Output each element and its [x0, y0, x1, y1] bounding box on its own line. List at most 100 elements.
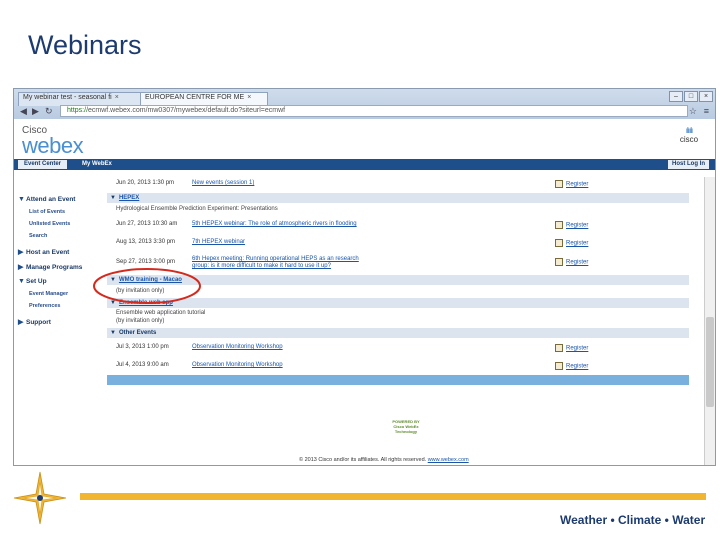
cisco-bars-icon: ılıılı: [685, 126, 693, 135]
event-date: Jul 4, 2013 9:00 am: [116, 362, 169, 368]
register-link[interactable]: Register: [555, 362, 588, 370]
sidebar-item-label: Attend an Event: [26, 196, 76, 203]
sidebar-subitem-search[interactable]: Search: [29, 233, 47, 239]
chevron-down-icon: ▼: [110, 195, 116, 201]
sidebar-item-host[interactable]: ▶ Host an Event: [18, 248, 69, 256]
compass-logo-icon: [13, 471, 67, 525]
group-description: Hydrological Ensemble Prediction Experim…: [116, 206, 278, 212]
sidebar-item-label: Set Up: [26, 278, 47, 285]
url-path: ecmwf.webex.com/mw0307/mywebex/default.d…: [88, 107, 286, 114]
sidebar-item-label: Manage Programs: [26, 264, 83, 271]
forward-icon[interactable]: ▶: [32, 105, 39, 117]
sidebar-item-label: Host an Event: [26, 249, 70, 256]
scrollbar-thumb[interactable]: [706, 317, 714, 407]
host-login-button[interactable]: Host Log In: [668, 160, 709, 169]
register-link[interactable]: Register: [555, 258, 588, 266]
sidebar-item-label: Support: [26, 319, 51, 326]
event-date: Jun 27, 2013 10:30 am: [116, 221, 178, 227]
wrench-icon[interactable]: ≡: [704, 105, 709, 117]
browser-tab-active[interactable]: EUROPEAN CENTRE FOR ME ×: [140, 92, 268, 106]
register-link[interactable]: Register: [555, 180, 588, 188]
register-icon: [555, 258, 563, 266]
group-label: HEPEX: [118, 195, 140, 201]
tab-my-webex[interactable]: My WebEx: [82, 160, 112, 169]
sidebar-subitem-preferences[interactable]: Preferences: [29, 303, 61, 309]
sidebar-item-support[interactable]: ▶ Support: [18, 318, 51, 326]
event-link[interactable]: Observation Monitoring Workshop: [192, 362, 283, 368]
url-secure: https://: [67, 107, 89, 114]
chevron-down-icon: ▼: [18, 278, 25, 285]
copyright-notice: © 2013 Cisco and/or its affiliates. All …: [299, 457, 469, 463]
sidebar-item-setup[interactable]: ▼Set Up: [18, 278, 47, 285]
chevron-right-icon: ▶: [18, 249, 24, 256]
powered-line: Technology: [394, 429, 418, 434]
back-icon[interactable]: ◀: [20, 105, 27, 117]
event-date: Jun 20, 2013 1:30 pm: [116, 180, 175, 186]
register-icon: [555, 344, 563, 352]
register-link[interactable]: Register: [555, 221, 588, 229]
group-header-other[interactable]: ▼ Other Events: [107, 328, 689, 338]
event-date: Aug 13, 2013 3:30 pm: [116, 239, 176, 245]
register-icon: [555, 180, 563, 188]
footer-tagline: Weather • Climate • Water: [560, 513, 706, 527]
close-window-icon[interactable]: ×: [699, 91, 713, 102]
slide-title: Webinars: [28, 30, 142, 60]
event-link-line2[interactable]: group: is it more difficult to make it h…: [192, 263, 331, 269]
chevron-right-icon: ▶: [18, 319, 24, 326]
list-footer-bar: [107, 375, 689, 385]
register-link[interactable]: Register: [555, 239, 588, 247]
close-icon[interactable]: ×: [115, 94, 119, 101]
webex-logo: webex: [22, 133, 84, 158]
register-icon: [555, 221, 563, 229]
event-link[interactable]: 6th Hepex meeting: Running operational H…: [192, 256, 359, 262]
sidebar-item-attend[interactable]: ▼Attend an Event: [18, 196, 75, 203]
cisco-wordmark: cisco: [679, 135, 699, 144]
chevron-right-icon: ▶: [18, 264, 24, 271]
tab-label: EUROPEAN CENTRE FOR ME: [145, 94, 245, 101]
register-link[interactable]: Register: [555, 344, 588, 352]
address-bar: ◀ ▶ ↻ https://ecmwf.webex.com/mw0307/myw…: [18, 105, 711, 117]
group-description: (by invitation only): [116, 318, 165, 324]
url-field[interactable]: https://ecmwf.webex.com/mw0307/mywebex/d…: [60, 105, 688, 117]
footer-accent-line: [80, 493, 706, 500]
register-icon: [555, 239, 563, 247]
webex-site-link[interactable]: www.webex.com: [428, 457, 469, 463]
register-label: Register: [566, 345, 589, 352]
event-date: Sep 27, 2013 3:00 pm: [116, 259, 176, 265]
tab-event-center[interactable]: Event Center: [18, 160, 68, 169]
event-link[interactable]: New events (session 1): [192, 180, 254, 186]
star-icon[interactable]: ☆: [689, 105, 697, 117]
close-icon[interactable]: ×: [247, 94, 251, 101]
register-label: Register: [566, 181, 589, 188]
register-label: Register: [566, 259, 589, 266]
sidebar-subitem-unlisted[interactable]: Unlisted Events: [29, 221, 70, 227]
event-link[interactable]: Observation Monitoring Workshop: [192, 344, 283, 350]
register-label: Register: [566, 240, 589, 247]
group-header-hepex[interactable]: ▼ HEPEX: [107, 193, 689, 203]
register-label: Register: [566, 222, 589, 229]
browser-tab[interactable]: My webinar test - seasonal fi ×: [18, 92, 142, 106]
event-date: Jul 3, 2013 1:00 pm: [116, 344, 169, 350]
chevron-down-icon: ▼: [18, 196, 25, 203]
browser-toolbar: My webinar test - seasonal fi × EUROPEAN …: [14, 89, 715, 119]
reload-icon[interactable]: ↻: [45, 105, 53, 117]
register-icon: [555, 362, 563, 370]
tab-label: My webinar test - seasonal fi: [23, 94, 112, 101]
chevron-down-icon: ▼: [110, 330, 116, 336]
sidebar-subitem-event-manager[interactable]: Event Manager: [29, 291, 68, 297]
sidebar: ▼Attend an Event List of Events Unlisted…: [14, 170, 106, 465]
sidebar-subitem-list[interactable]: List of Events: [29, 209, 65, 215]
powered-by-badge: POWERED BY Cisco WebEx Technology: [386, 419, 426, 434]
sidebar-item-manage[interactable]: ▶ Manage Programs: [18, 263, 82, 271]
maximize-icon[interactable]: □: [684, 91, 698, 102]
scrollbar[interactable]: [704, 177, 715, 465]
event-link[interactable]: 5th HEPEX webinar: The role of atmospher…: [192, 221, 357, 227]
webex-navbar: Event Center My WebEx Host Log In: [14, 159, 715, 170]
event-link[interactable]: 7th HEPEX webinar: [192, 239, 245, 245]
webex-header: Cisco webex ılıılı cisco: [14, 119, 715, 159]
group-description: Ensemble web application tutorial: [116, 310, 206, 316]
cisco-logo: ılıılı cisco: [677, 126, 701, 145]
highlight-ellipse: [93, 268, 201, 304]
group-label: Other Events: [118, 330, 157, 336]
minimize-icon[interactable]: –: [669, 91, 683, 102]
